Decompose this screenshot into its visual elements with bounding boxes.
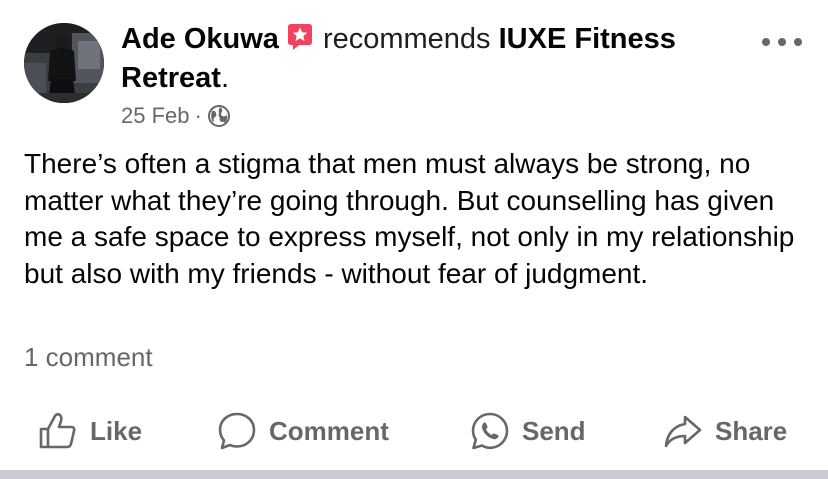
globe-icon — [207, 104, 231, 128]
post-date[interactable]: 25 Feb — [121, 103, 190, 129]
thumbs-up-icon — [39, 412, 76, 449]
recommends-verb: recommends — [322, 23, 491, 55]
send-button[interactable]: Send — [470, 405, 586, 457]
author-avatar[interactable] — [24, 23, 104, 103]
more-options-button[interactable] — [762, 32, 802, 52]
feed-divider — [0, 470, 828, 479]
comment-count-link[interactable]: 1 comment — [24, 342, 153, 373]
author-name[interactable]: Ade Okuwa — [121, 23, 279, 55]
post-action-bar: Like Comment Send Share — [0, 405, 828, 457]
comment-label: Comment — [269, 415, 389, 446]
header-period: . — [220, 62, 229, 94]
post-card: Ade Okuwa recommends IUXE Fitness Retrea… — [0, 0, 828, 470]
share-label: Share — [715, 415, 788, 446]
comment-button[interactable]: Comment — [217, 405, 389, 457]
share-button[interactable]: Share — [663, 405, 787, 457]
post-header: Ade Okuwa recommends IUXE Fitness Retrea… — [121, 20, 721, 98]
more-dot-icon — [778, 38, 786, 46]
post-body-text: There’s often a stigma that men must alw… — [24, 148, 795, 289]
send-label: Send — [522, 415, 586, 446]
like-button[interactable]: Like — [38, 405, 142, 457]
more-dot-icon — [794, 38, 802, 46]
more-dot-icon — [762, 38, 770, 46]
whatsapp-icon — [471, 412, 509, 450]
avatar-photo — [24, 23, 104, 103]
meta-separator: · — [194, 103, 202, 128]
share-arrow-icon — [664, 415, 702, 448]
speech-bubble-icon — [218, 412, 256, 450]
post-meta: 25 Feb · — [121, 101, 231, 131]
like-label: Like — [90, 415, 143, 446]
recommend-star-icon — [285, 22, 315, 52]
